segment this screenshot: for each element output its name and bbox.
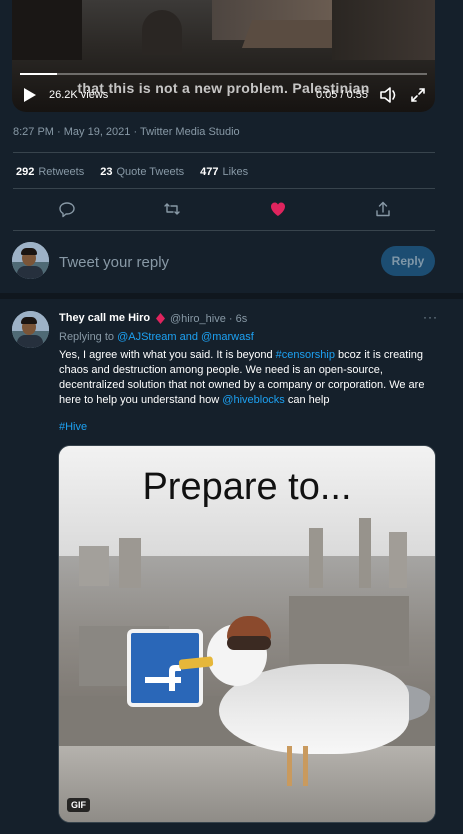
reply-composer: Tweet your reply Reply (0, 238, 463, 288)
reply-icon[interactable] (58, 200, 76, 218)
reply-button[interactable]: Reply (381, 246, 435, 276)
gif-building (119, 538, 141, 588)
ruby-icon (156, 313, 165, 324)
divider (13, 230, 435, 231)
avatar[interactable] (12, 311, 49, 348)
video-scene (332, 0, 435, 60)
volume-icon[interactable] (379, 86, 399, 104)
gif-badge: GIF (67, 798, 90, 812)
quote-tweets-stat[interactable]: 23 Quote Tweets (100, 166, 184, 178)
avatar-shirt (17, 335, 43, 348)
hashtag-link[interactable]: #Hive (59, 421, 87, 433)
retweet-icon[interactable] (163, 200, 181, 218)
replying-to: Replying to @AJStream and @marwasf (59, 331, 254, 343)
gif-media[interactable]: Prepare to... GIF (58, 445, 436, 823)
retweets-label: Retweets (38, 166, 85, 178)
tweet-action-bar (13, 200, 435, 220)
body-text: can help (284, 394, 330, 406)
video-progress-bar[interactable] (20, 73, 427, 75)
reply-input[interactable]: Tweet your reply (59, 254, 169, 271)
play-icon[interactable] (24, 88, 36, 102)
gull-leg (303, 746, 308, 786)
video-views: 26.2K views (49, 89, 109, 101)
like-icon[interactable] (269, 200, 287, 218)
replying-prefix: Replying to (59, 331, 118, 343)
hashtag-link[interactable]: #censorship (276, 349, 335, 361)
video-controls: 26.2K views 0:05 / 0:55 (12, 84, 435, 108)
divider (13, 188, 435, 189)
gif-building (359, 518, 371, 588)
gif-title: Prepare to... (142, 466, 352, 508)
mention-link[interactable]: @marwasf (201, 331, 254, 343)
author-handle[interactable]: @hiro_hive · 6s (170, 313, 247, 325)
video-scene (142, 10, 182, 55)
video-scene (12, 0, 82, 60)
retweets-count: 292 (16, 166, 35, 178)
video-progress-fill (20, 73, 57, 75)
avatar-shirt (17, 266, 43, 279)
divider (13, 152, 435, 153)
fullscreen-icon[interactable] (410, 87, 426, 103)
gif-wall (59, 746, 435, 822)
mention-link[interactable]: @hiveblocks (222, 394, 285, 406)
tweet-body: Yes, I agree with what you said. It is b… (59, 348, 439, 408)
quote-count: 23 (100, 166, 113, 178)
author-name[interactable]: They call me Hiro (59, 312, 150, 324)
more-options-icon[interactable]: ··· (423, 310, 438, 324)
section-separator (0, 293, 463, 299)
quote-label: Quote Tweets (116, 166, 185, 178)
gif-building (79, 546, 109, 586)
video-scene (241, 20, 343, 48)
body-text: Yes, I agree with what you said. It is b… (59, 349, 276, 361)
gif-building (289, 596, 409, 666)
gull-goggles (227, 636, 271, 650)
likes-stat[interactable]: 477 Likes (200, 166, 248, 178)
tweet-stats: 292 Retweets 23 Quote Tweets 477 Likes (16, 166, 248, 178)
mention-link[interactable]: @AJStream (117, 331, 176, 343)
gull-leg (287, 746, 292, 786)
video-player[interactable]: that this is not a new problem. Palestin… (12, 0, 435, 112)
gif-building (389, 532, 407, 588)
likes-count: 477 (200, 166, 219, 178)
share-icon[interactable] (374, 200, 392, 218)
avatar-hair (21, 248, 37, 255)
avatar[interactable] (12, 242, 49, 279)
video-time: 0:05 / 0:55 (316, 89, 368, 101)
tweet-timestamp[interactable]: 8:27 PM · May 19, 2021 · Twitter Media S… (13, 126, 240, 138)
gif-building (309, 528, 323, 588)
avatar-hair (21, 317, 37, 324)
likes-label: Likes (222, 166, 249, 178)
retweets-stat[interactable]: 292 Retweets (16, 166, 84, 178)
replying-and: and (176, 331, 202, 343)
